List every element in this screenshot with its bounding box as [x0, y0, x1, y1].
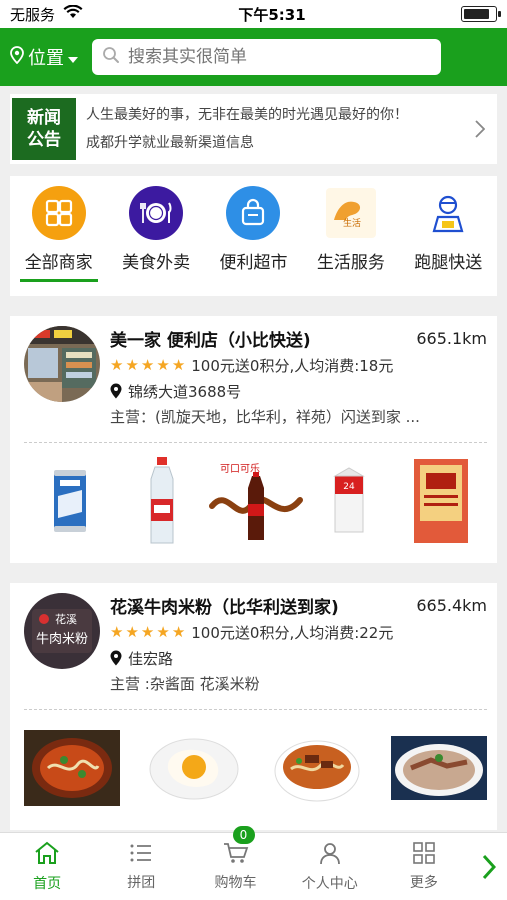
shop-avatar — [24, 326, 100, 402]
star-icon: ★ — [125, 622, 139, 641]
category-errand-delivery[interactable]: 跑腿快送 — [405, 186, 491, 273]
search-icon — [102, 46, 120, 68]
star-icon: ★ — [156, 355, 170, 374]
dropdown-triangle-icon — [68, 47, 78, 68]
active-category-indicator — [19, 279, 98, 282]
courier-icon — [421, 186, 476, 240]
shop-avatar: 花溪牛肉米粉 — [24, 593, 100, 669]
tab-label: 个人中心 — [301, 875, 358, 892]
cart-icon — [223, 842, 249, 868]
product-strip: 可口可乐 24 — [24, 443, 487, 555]
tab-label: 更多 — [409, 874, 438, 891]
category-label: 跑腿快送 — [414, 253, 483, 273]
product-beer-can[interactable] — [24, 453, 116, 549]
tab-home[interactable]: 首页 — [0, 841, 94, 893]
location-label: 位置 — [28, 48, 64, 69]
tab-cart[interactable]: 0 购物车 — [188, 825, 282, 892]
product-cola[interactable]: 可口可乐 — [208, 453, 304, 549]
bottom-tab-bar: 首页 拼团 0 购物车 个人中心 更多 — [0, 825, 507, 900]
tab-label: 首页 — [33, 875, 62, 892]
star-icon: ★ — [110, 622, 124, 641]
shop-main-business: 主营：(凯旋天地，比华利，祥苑）闪送到家 ... — [110, 408, 420, 426]
category-label: 生活服务 — [316, 253, 385, 273]
person-icon — [318, 841, 342, 869]
shop-distance: 665.4km — [416, 595, 487, 615]
product-water-bottle[interactable] — [116, 453, 208, 549]
grid-icon — [31, 186, 86, 240]
location-pin-icon — [110, 383, 122, 399]
svg-text:花溪: 花溪 — [55, 613, 77, 626]
category-label: 便利超市 — [219, 253, 288, 273]
location-pin-icon — [110, 650, 122, 666]
category-bar: 全部商家 美食外卖 便利超市 生活 生活服务 跑腿快送 — [10, 176, 497, 296]
carrier-label: 无服务 — [10, 5, 56, 24]
star-icon: ★ — [171, 622, 186, 641]
rating-stars: ★ ★ ★ ★ ★ — [110, 622, 186, 641]
star-icon: ★ — [171, 355, 186, 374]
product-rice-noodle-bowl[interactable] — [24, 720, 120, 816]
wifi-icon — [63, 4, 83, 23]
product-strip — [24, 710, 487, 822]
life-logo-icon: 生活 — [323, 186, 378, 240]
search-box[interactable] — [92, 39, 441, 75]
category-life-services[interactable]: 生活 生活服务 — [308, 186, 394, 273]
svg-text:牛肉米粉: 牛肉米粉 — [36, 632, 88, 647]
chevron-right-icon[interactable] — [471, 854, 507, 880]
home-icon — [34, 841, 60, 869]
top-bar: 位置 — [0, 28, 507, 86]
location-selector[interactable]: 位置 — [10, 44, 78, 70]
shop-name: 花溪牛肉米粉（比华利送到家) — [110, 597, 339, 618]
product-beef-slices[interactable] — [390, 720, 487, 816]
more-grid-icon — [413, 841, 435, 868]
product-milk-carton[interactable]: 24 — [304, 453, 396, 549]
list-icon — [129, 842, 153, 868]
news-tag: 新闻 公告 — [12, 98, 76, 160]
news-item[interactable]: 成都升学就业最新渠道信息 — [86, 129, 463, 157]
tab-group-buy[interactable]: 拼团 — [94, 842, 188, 892]
battery-icon — [460, 6, 501, 22]
shop-address: 锦绣大道3688号 — [128, 382, 242, 401]
search-input[interactable] — [128, 47, 431, 67]
tab-label: 拼团 — [127, 874, 156, 891]
chevron-right-icon[interactable] — [463, 120, 497, 138]
cart-count-badge: 0 — [232, 825, 255, 844]
bag-icon — [226, 186, 281, 240]
category-convenience-store[interactable]: 便利超市 — [210, 186, 296, 273]
category-label: 美食外卖 — [122, 253, 191, 273]
star-icon: ★ — [110, 355, 124, 374]
product-beef-noodle[interactable] — [269, 720, 365, 816]
shop-promo: 100元送0积分,人均消费:22元 — [191, 623, 394, 642]
category-all-merchants[interactable]: 全部商家 — [16, 186, 102, 282]
tab-profile[interactable]: 个人中心 — [283, 841, 377, 893]
shop-card[interactable]: 花溪 牛肉米粉 花溪牛肉米粉（比华利送到家) 665.4km ★ ★ ★ ★ ★ 100元… — [10, 583, 497, 830]
shop-address: 佳宏路 — [128, 649, 174, 668]
location-pin-icon — [10, 45, 24, 69]
status-bar: 无服务 下午5:31 — [0, 0, 507, 28]
news-item[interactable]: 人生最美好的事，无非在最美的时光遇见最好的你！ — [86, 101, 463, 129]
shop-name: 美一家 便利店（小比快送) — [110, 330, 311, 351]
svg-text:生活: 生活 — [343, 217, 361, 229]
star-icon: ★ — [140, 355, 155, 374]
rating-stars: ★ ★ ★ ★ ★ — [110, 355, 186, 374]
shop-distance: 665.1km — [416, 328, 487, 348]
shop-promo: 100元送0积分,人均消费:18元 — [191, 356, 394, 375]
product-cigarette-pack[interactable] — [395, 453, 487, 549]
category-food-delivery[interactable]: 美食外卖 — [113, 186, 199, 273]
product-fried-egg[interactable] — [146, 720, 242, 816]
clock: 下午5:31 — [238, 5, 306, 24]
svg-text:24: 24 — [344, 482, 356, 492]
news-announcement[interactable]: 新闻 公告 人生最美好的事，无非在最美的时光遇见最好的你！ 成都升学就业最新渠道… — [10, 94, 497, 164]
tab-label: 购物车 — [214, 874, 257, 891]
category-label: 全部商家 — [24, 253, 93, 273]
shop-main-business: 主营 :杂酱面 花溪米粉 — [110, 675, 260, 693]
tab-more[interactable]: 更多 — [377, 841, 471, 892]
star-icon: ★ — [156, 622, 170, 641]
shop-card[interactable]: 美一家 便利店（小比快送) 665.1km ★ ★ ★ ★ ★ 100元送0积分,人均消… — [10, 316, 497, 563]
star-icon: ★ — [140, 622, 155, 641]
plate-icon — [129, 186, 184, 240]
star-icon: ★ — [125, 355, 139, 374]
